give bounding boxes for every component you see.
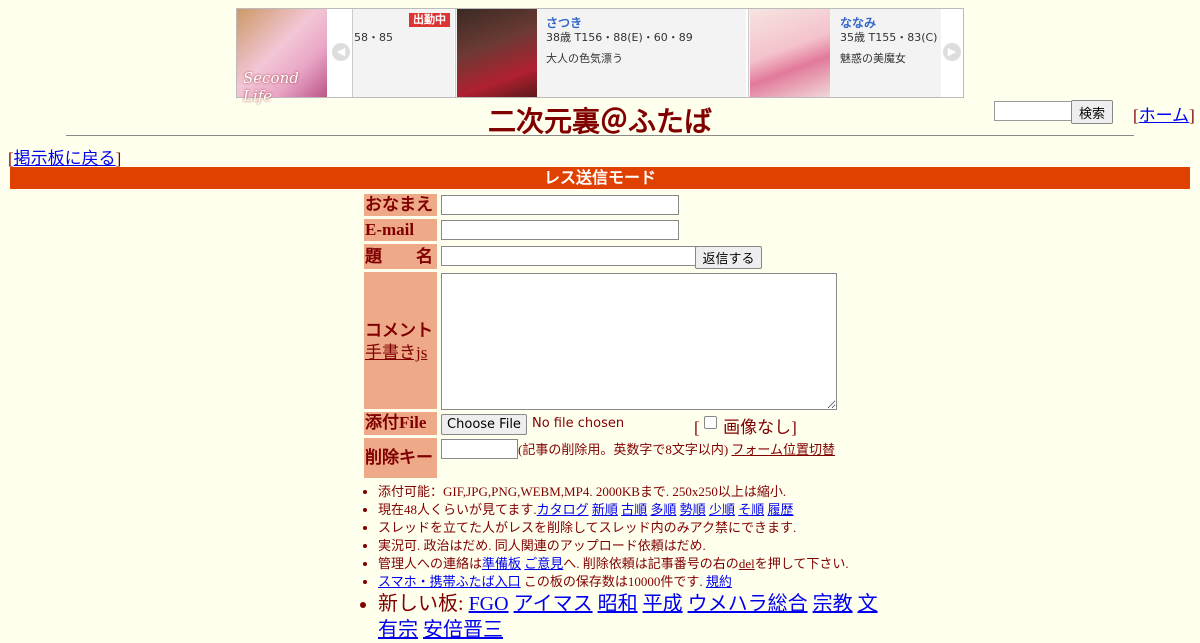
bracket: ] bbox=[1189, 106, 1195, 125]
board-link-umehara[interactable]: ウメハラ総合 bbox=[688, 593, 808, 615]
delete-key-field[interactable] bbox=[441, 439, 518, 459]
note-text: へ. 削除依頼は記事番号の右の bbox=[563, 556, 739, 571]
ad-photo bbox=[750, 9, 830, 97]
reply-mode-banner: レス送信モード bbox=[10, 167, 1190, 189]
file-label: 添付File bbox=[364, 412, 437, 435]
ad-next-arrow-icon[interactable]: ▶ bbox=[943, 43, 961, 61]
bracket: ] bbox=[115, 149, 122, 168]
handwrite-js-link[interactable]: 手書きjs bbox=[365, 343, 427, 362]
back-to-board-link[interactable]: 掲示板に戻る bbox=[14, 149, 116, 168]
feedback-link[interactable]: ご意見 bbox=[524, 556, 563, 571]
note-contact: 管理人への連絡は準備板 ご意見へ. 削除依頼は記事番号の右のdelを押して下さい… bbox=[378, 555, 878, 573]
search-input[interactable] bbox=[994, 101, 1074, 121]
ad-prev-arrow-icon[interactable]: ◀ bbox=[332, 43, 350, 61]
note-new-boards: 新しい板: FGO アイマス 昭和 平成 ウメハラ総合 宗教 文有宗 安倍晋三 bbox=[378, 591, 878, 643]
ad-slot-1[interactable]: 出勤中 58・85 bbox=[352, 9, 454, 97]
no-image-checkbox[interactable] bbox=[704, 416, 717, 429]
subject-label: 題 名 bbox=[364, 244, 437, 269]
ad-slot-2[interactable]: さつき 38歳 T156・88(E)・60・89 大人の色気漂う bbox=[455, 9, 746, 97]
sort-other-link[interactable]: そ順 bbox=[738, 502, 764, 517]
prep-board-link[interactable]: 準備板 bbox=[482, 556, 521, 571]
sort-new-link[interactable]: 新順 bbox=[592, 502, 618, 517]
board-link-imas[interactable]: アイマス bbox=[514, 593, 593, 615]
note-text: 管理人への連絡は bbox=[378, 556, 483, 571]
note-rules: 実況可. 政治はだめ. 同人関連のアップロード依頼はだめ. bbox=[378, 537, 878, 555]
ad-logo[interactable]: Second Life bbox=[237, 9, 327, 105]
ad-banner[interactable]: Second Life ◀ 出勤中 58・85 さつき 38歳 T156・88(… bbox=[236, 8, 964, 105]
search-button[interactable]: 検索 bbox=[1071, 100, 1113, 124]
board-link-heisei[interactable]: 平成 bbox=[643, 593, 683, 615]
new-boards-label: 新しい板: bbox=[378, 593, 464, 615]
ad-photo bbox=[457, 9, 537, 97]
divider bbox=[66, 135, 1134, 136]
board-link-abe[interactable]: 安倍晋三 bbox=[423, 619, 503, 641]
note-text: を押して下さい. bbox=[754, 556, 849, 571]
ad-slot-stats: 38歳 T156・88(E)・60・89 bbox=[546, 31, 693, 44]
choose-file-button[interactable]: Choose File bbox=[441, 414, 527, 435]
ad-slot-desc: 魅惑の美魔女 bbox=[840, 52, 906, 65]
name-field[interactable] bbox=[441, 195, 679, 215]
board-link-fgo[interactable]: FGO bbox=[469, 593, 509, 615]
note-thread-ban: スレッドを立てた人がレスを削除してスレッド内のみアク禁にできます. bbox=[378, 519, 878, 537]
catalog-link[interactable]: カタログ bbox=[537, 502, 589, 517]
back-nav: [掲示板に戻る] bbox=[8, 144, 121, 169]
bracket: ] bbox=[791, 418, 797, 437]
home-link[interactable]: ホーム bbox=[1139, 106, 1190, 125]
sort-old-link[interactable]: 古順 bbox=[621, 502, 647, 517]
delete-note-text: (記事の削除用。英数字で8文字以内) bbox=[518, 442, 729, 457]
ad-slot-desc: 大人の色気漂う bbox=[546, 52, 623, 65]
board-notes: 添付可能：GIF,JPG,PNG,WEBM,MP4. 2000KBまで. 250… bbox=[364, 483, 878, 643]
delete-key-label: 削除キー bbox=[364, 438, 437, 478]
ad-slot-stats: 58・85 bbox=[354, 31, 393, 44]
file-status: No file chosen bbox=[532, 416, 625, 431]
note-attachments: 添付可能：GIF,JPG,PNG,WEBM,MP4. 2000KBまで. 250… bbox=[378, 483, 878, 501]
sort-few-link[interactable]: 少順 bbox=[709, 502, 735, 517]
email-field[interactable] bbox=[441, 220, 679, 240]
note-text: この板の保存数は10000件です. bbox=[520, 574, 703, 589]
bracket: [ bbox=[694, 418, 700, 437]
ad-slot-3[interactable]: ななみ 35歳 T155・83(C)・ 魅惑の美魔女 bbox=[748, 9, 941, 97]
comment-label-cell: コメント 手書きjs bbox=[364, 272, 437, 409]
delete-key-note: (記事の削除用。英数字で8文字以内) フォーム位置切替 bbox=[518, 441, 838, 459]
name-label: おなまえ bbox=[364, 194, 437, 216]
comment-label: コメント bbox=[365, 321, 433, 340]
mobile-entrance-link[interactable]: スマホ・携帯ふたば入口 bbox=[378, 574, 521, 589]
submit-reply-button[interactable]: 返信する bbox=[695, 246, 762, 269]
board-link-showa[interactable]: 昭和 bbox=[598, 593, 638, 615]
form-position-toggle-link[interactable]: フォーム位置切替 bbox=[731, 442, 835, 457]
ad-badge: 出勤中 bbox=[409, 13, 450, 27]
sort-momentum-link[interactable]: 勢順 bbox=[680, 502, 706, 517]
comment-textarea[interactable] bbox=[441, 273, 837, 410]
ad-slot-stats: 35歳 T155・83(C)・ bbox=[840, 31, 941, 44]
subject-field[interactable] bbox=[441, 246, 697, 266]
board-link-religion[interactable]: 宗教 bbox=[813, 593, 853, 615]
viewer-count: 現在48人くらいが見てます. bbox=[378, 502, 537, 517]
email-label: E-mail bbox=[364, 219, 437, 241]
terms-link[interactable]: 規約 bbox=[706, 574, 732, 589]
home-nav: [ホーム] bbox=[1133, 101, 1195, 126]
note-viewers: 現在48人くらいが見てます.カタログ 新順 古順 多順 勢順 少順 そ順 履歴 bbox=[378, 501, 878, 519]
note-mobile: スマホ・携帯ふたば入口 この板の保存数は10000件です. 規約 bbox=[378, 573, 878, 591]
sort-many-link[interactable]: 多順 bbox=[650, 502, 676, 517]
history-link[interactable]: 履歴 bbox=[767, 502, 793, 517]
no-image-label: 画像なし bbox=[723, 418, 792, 437]
del-link[interactable]: del bbox=[739, 556, 755, 571]
